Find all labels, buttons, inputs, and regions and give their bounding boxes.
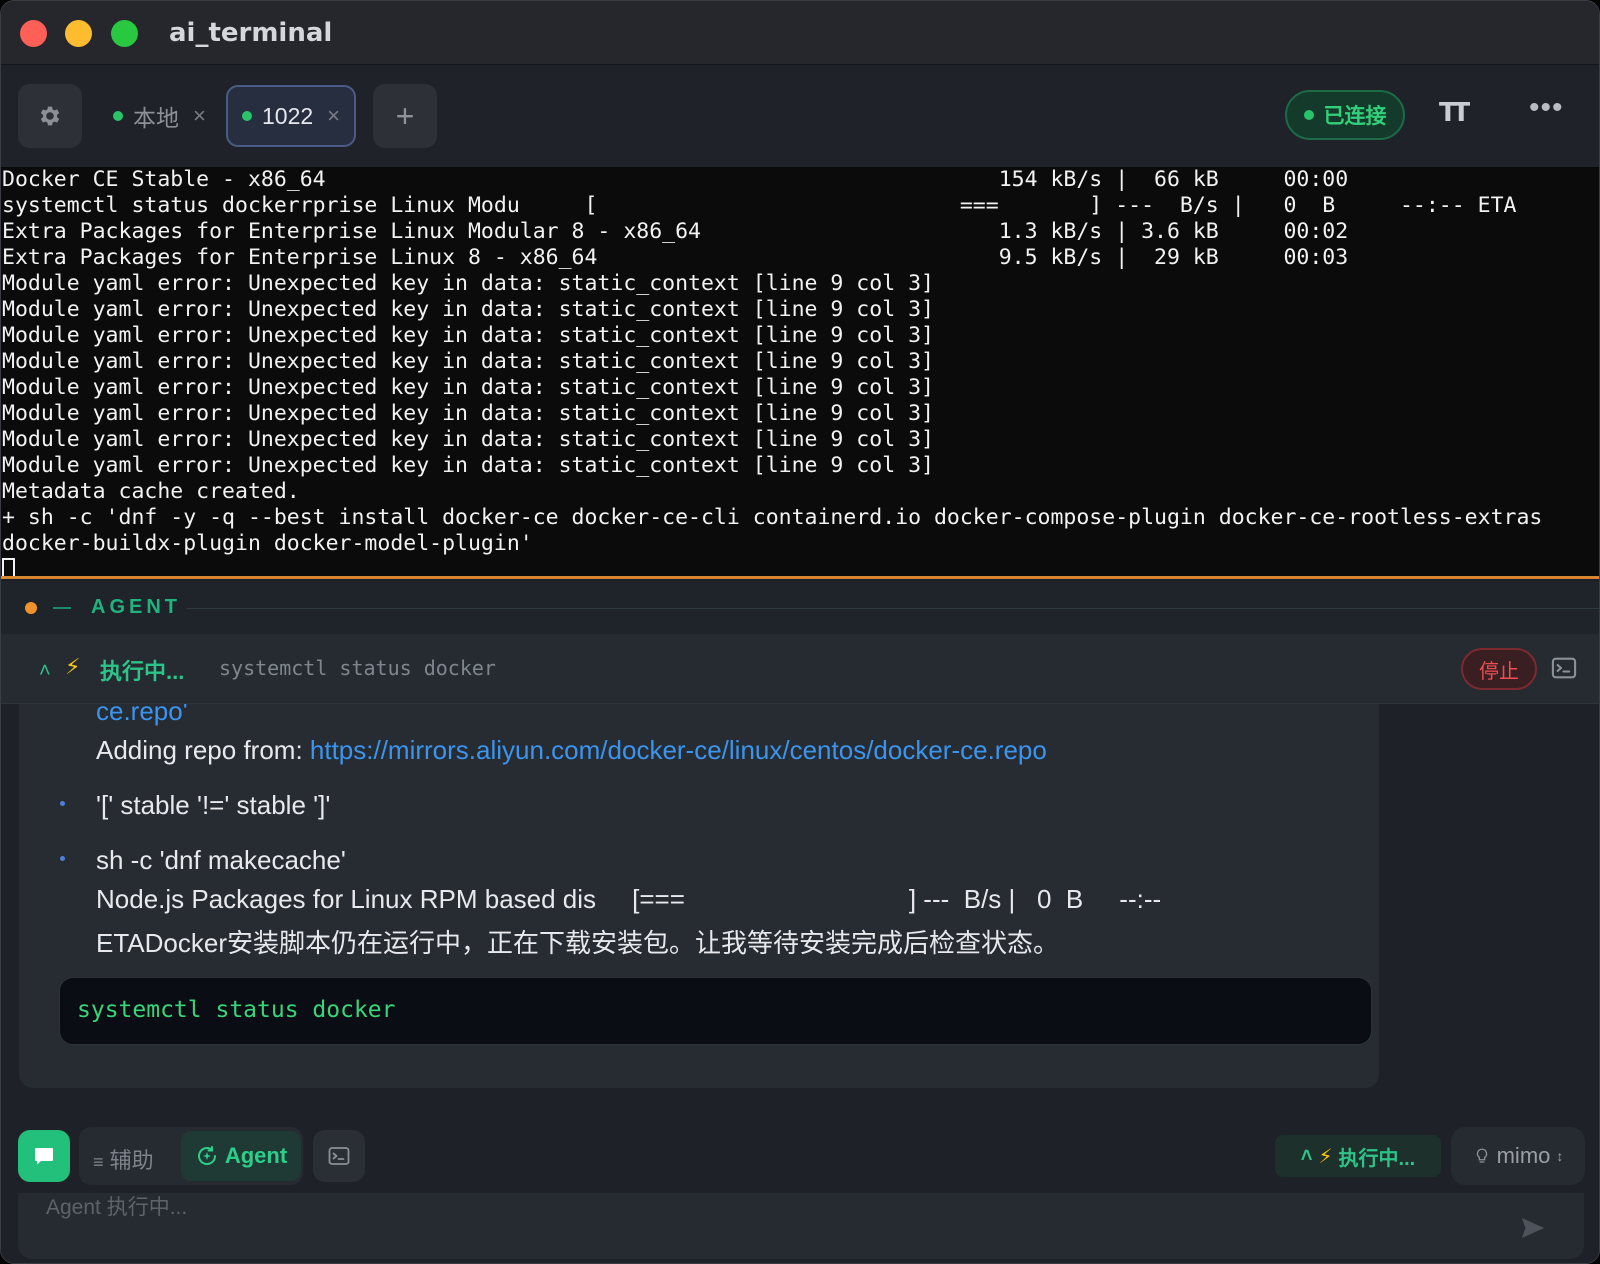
- model-name: mimo: [1496, 1143, 1551, 1168]
- mode-agent-button[interactable]: Agent: [181, 1131, 301, 1181]
- connection-status-label: 已连接: [1323, 105, 1387, 128]
- connection-status-badge: 已连接: [1285, 90, 1405, 140]
- terminal-line: Docker CE Stable - x86_64 154 kB/s | 66 …: [2, 167, 1349, 192]
- code-text: systemctl status docker: [77, 997, 396, 1023]
- tab-local[interactable]: 本地 ×: [99, 85, 220, 147]
- lightning-icon: ⚡︎: [65, 654, 81, 679]
- exec-status-text: 执行中...: [1338, 1147, 1416, 1170]
- repo-url-link[interactable]: https://mirrors.aliyun.com/docker-ce/lin…: [310, 735, 1047, 765]
- terminal-output[interactable]: Docker CE Stable - x86_64 154 kB/s | 66 …: [1, 167, 1599, 579]
- terminal-icon[interactable]: [1550, 654, 1578, 682]
- agent-message-card: ce.repo' Adding repo from: https://mirro…: [19, 704, 1379, 1088]
- tab-close-icon[interactable]: ×: [193, 103, 206, 129]
- terminal-line: Module yaml error: Unexpected key in dat…: [2, 271, 934, 296]
- ellipsis-icon: •••: [1529, 91, 1564, 124]
- tab-close-icon[interactable]: ×: [327, 103, 340, 129]
- status-line: ETADocker安装脚本仍在运行中，正在下载安装包。让我等待安装完成后检查状态…: [96, 928, 1059, 958]
- terminal-line: Extra Packages for Enterprise Linux Modu…: [2, 219, 1349, 244]
- tab-label: 本地: [133, 105, 179, 131]
- font-size-icon: TT: [1439, 98, 1470, 128]
- bullet-icon: [60, 801, 65, 806]
- agent-exec-bar: ˄ ⚡︎ 执行中... systemctl status docker 停止: [1, 634, 1599, 704]
- progress-line: Node.js Packages for Linux RPM based dis…: [96, 884, 1162, 914]
- minimize-window-button[interactable]: [65, 20, 92, 47]
- edit-lines-icon: ≡: [93, 1152, 104, 1172]
- agent-activity-dot-icon: [25, 602, 37, 614]
- more-options-button[interactable]: •••: [1529, 91, 1564, 125]
- tab-1022[interactable]: 1022 ×: [226, 85, 357, 147]
- lightning-icon: ⚡︎: [1318, 1145, 1333, 1168]
- close-window-button[interactable]: [20, 20, 47, 47]
- agent-icon: [197, 1146, 216, 1165]
- terminal-toggle-button[interactable]: [313, 1130, 365, 1182]
- tab-label: 1022: [262, 102, 314, 129]
- terminal-line: + sh -c 'dnf -y -q --best install docker…: [2, 505, 1543, 530]
- app-window: ai_terminal 本地 × 1022 × + 已连接 TT ••• Doc…: [0, 0, 1600, 1264]
- connection-dot-icon: [113, 111, 123, 121]
- code-block[interactable]: systemctl status docker: [59, 977, 1372, 1045]
- exec-status-badge: ˄ ⚡︎ 执行中...: [1275, 1135, 1441, 1177]
- prompt-input-container: [18, 1193, 1584, 1259]
- mode-switch: ≡ 辅助 Agent: [79, 1127, 303, 1185]
- terminal-line: Module yaml error: Unexpected key in dat…: [2, 401, 934, 426]
- chevron-updown-icon: ↕: [1556, 1148, 1564, 1164]
- prompt-input[interactable]: [46, 1193, 1496, 1223]
- terminal-line: Module yaml error: Unexpected key in dat…: [2, 323, 934, 348]
- agent-title: AGENT: [91, 596, 181, 618]
- connection-dot-icon: [242, 111, 252, 121]
- status-dot-icon: [1303, 110, 1314, 120]
- list-item: '[' stable '!=' stable ']': [96, 790, 331, 820]
- tab-bar: 本地 × 1022 × + 已连接 TT •••: [1, 65, 1599, 167]
- terminal-line: Metadata cache created.: [2, 479, 300, 504]
- mode-assist-button[interactable]: ≡ 辅助: [93, 1143, 154, 1175]
- terminal-cursor: [2, 557, 15, 576]
- terminal-line: Module yaml error: Unexpected key in dat…: [2, 427, 934, 452]
- terminal-line: Extra Packages for Enterprise Linux 8 - …: [2, 245, 1349, 270]
- font-size-button[interactable]: TT: [1439, 95, 1479, 135]
- stop-button[interactable]: 停止: [1461, 648, 1537, 690]
- terminal-line: Module yaml error: Unexpected key in dat…: [2, 375, 934, 400]
- mode-agent-label: Agent: [224, 1143, 288, 1168]
- terminal-line: Module yaml error: Unexpected key in dat…: [2, 453, 934, 478]
- bullet-icon: [60, 856, 65, 861]
- chat-button[interactable]: [18, 1130, 70, 1182]
- terminal-icon: [328, 1147, 350, 1165]
- lightbulb-icon: [1476, 1148, 1487, 1163]
- send-icon[interactable]: [1518, 1213, 1548, 1243]
- composer: ≡ 辅助 Agent ˄ ⚡︎ 执行中... mimo ↕ Agent 执行中.…: [1, 1117, 1599, 1263]
- zoom-window-button[interactable]: [111, 20, 138, 47]
- terminal-line: systemctl status dockerrprise Linux Modu…: [2, 193, 1517, 218]
- settings-button[interactable]: [18, 84, 82, 148]
- agent-section-header: AGENT: [1, 582, 1599, 634]
- terminal-line: docker-buildx-plugin docker-model-plugin…: [2, 531, 533, 556]
- terminal-line: Module yaml error: Unexpected key in dat…: [2, 349, 934, 374]
- gear-icon: [40, 106, 60, 126]
- title-bar: ai_terminal: [1, 1, 1599, 65]
- plus-icon: +: [395, 97, 415, 134]
- mode-assist-label: 辅助: [109, 1148, 154, 1173]
- window-title: ai_terminal: [169, 18, 333, 48]
- terminal-line: Module yaml error: Unexpected key in dat…: [2, 297, 934, 322]
- exec-command: systemctl status docker: [219, 656, 496, 680]
- spinner-icon: ˄: [1300, 1144, 1313, 1167]
- add-tab-button[interactable]: +: [373, 84, 437, 148]
- list-item: sh -c 'dnf makecache': [96, 845, 346, 875]
- chat-bubble-icon: [35, 1148, 53, 1165]
- exec-status-label: 执行中...: [100, 659, 185, 684]
- spinner-icon: ˄: [39, 660, 51, 682]
- divider: [187, 608, 1599, 609]
- adding-repo-prefix: Adding repo from:: [96, 735, 310, 765]
- adding-repo-line: Adding repo from: https://mirrors.aliyun…: [96, 735, 1047, 766]
- divider: [53, 607, 71, 609]
- repo-link-tail[interactable]: ce.repo': [96, 704, 188, 727]
- agent-message-list[interactable]: ce.repo' Adding repo from: https://mirro…: [1, 704, 1599, 1117]
- terminal-cursor-line: [1, 557, 1599, 576]
- model-selector[interactable]: mimo ↕: [1451, 1127, 1585, 1185]
